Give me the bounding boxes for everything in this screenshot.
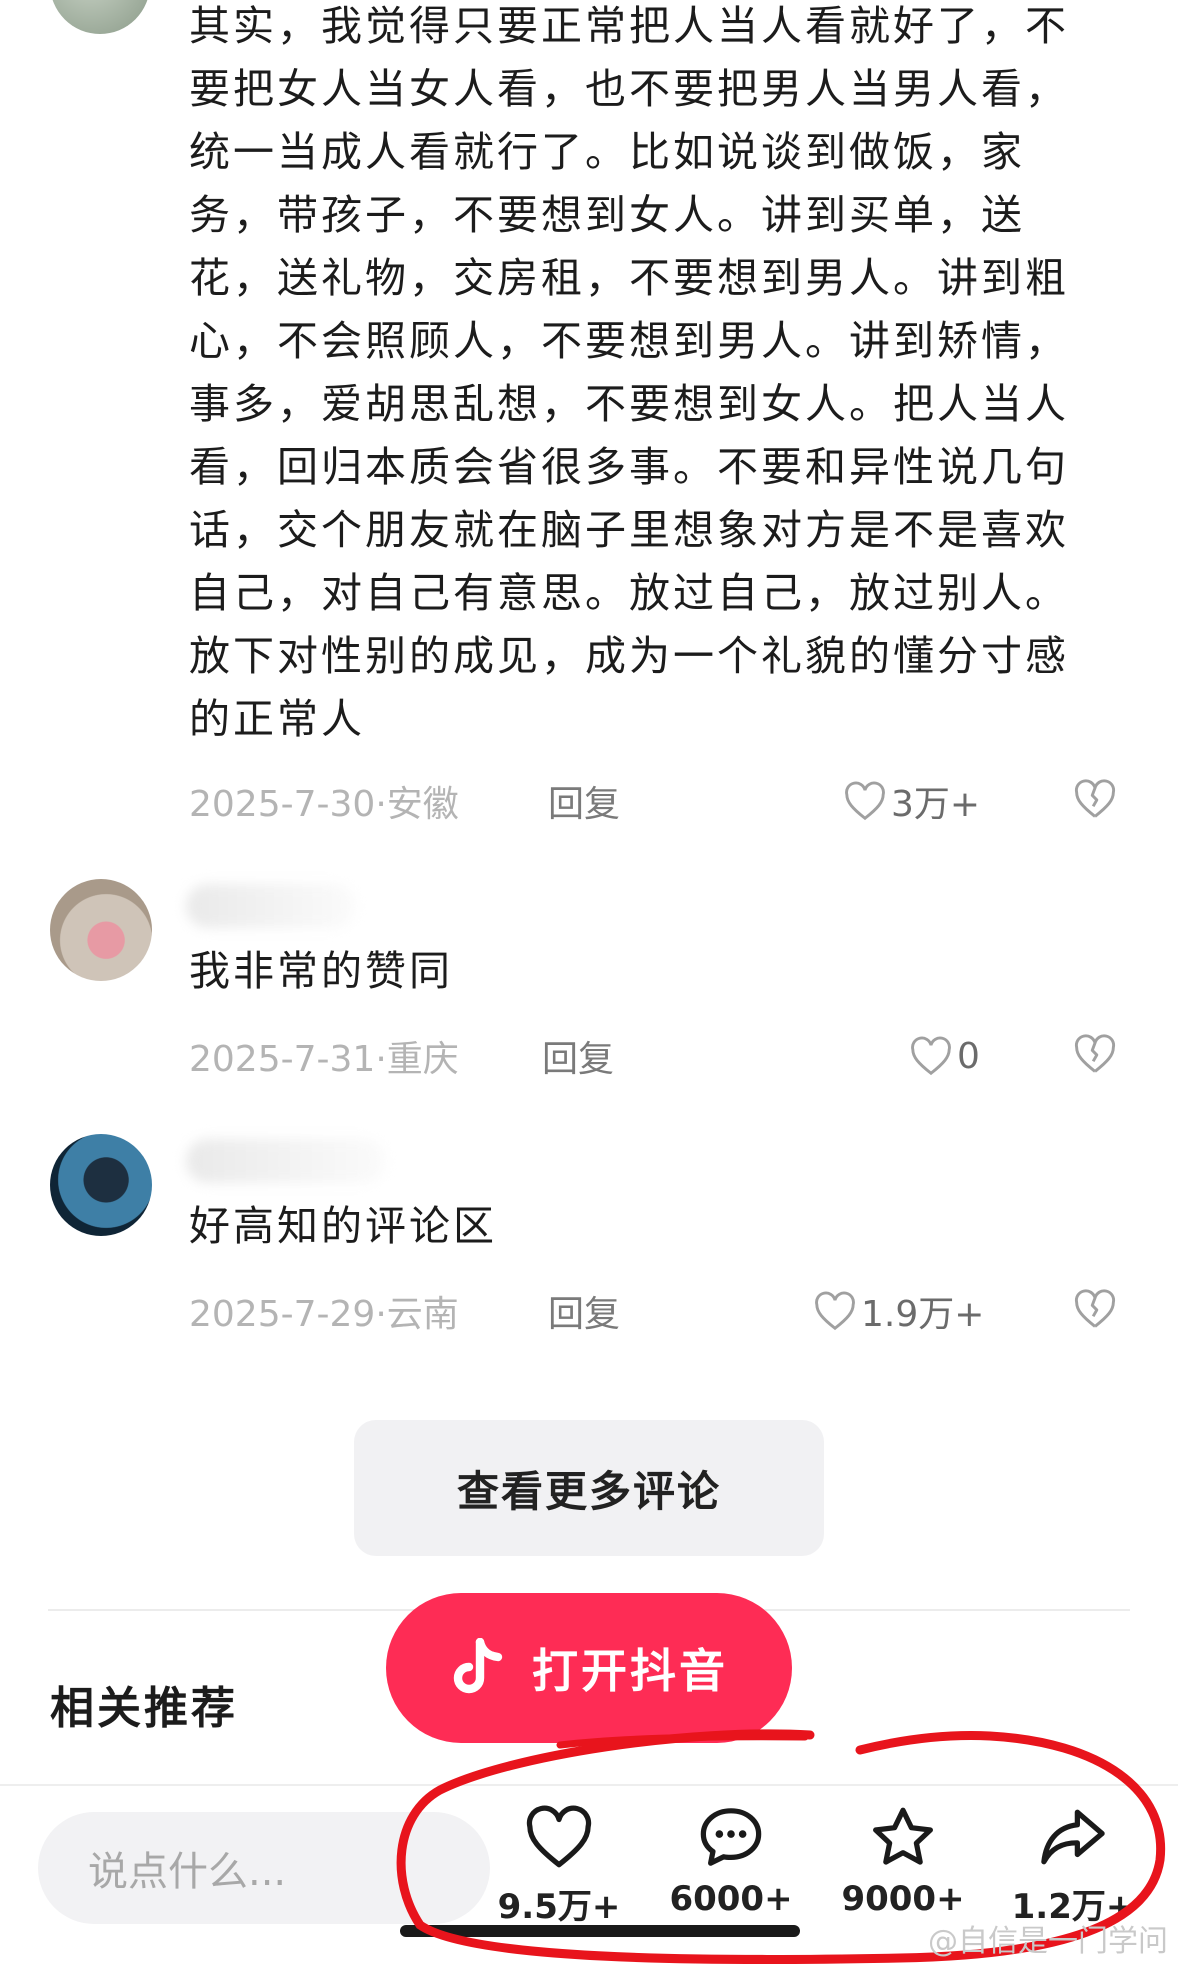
heart-icon <box>526 1805 592 1868</box>
comment-date: 2025-7-31·重庆 <box>189 1039 459 1080</box>
comment-text: 好高知的评论区 <box>189 1202 497 1250</box>
favorite-count: 9000+ <box>841 1879 965 1919</box>
comment-text-line: 统一当成人看就行了。比如说谈到做饭，家 <box>189 128 1025 176</box>
commenter-avatar[interactable] <box>50 879 152 981</box>
broken-heart-icon <box>1074 779 1116 818</box>
comment-bubble-icon <box>700 1808 762 1866</box>
comment-button[interactable]: 6000+ <box>656 1805 806 1935</box>
reply-button[interactable]: 回复 <box>548 775 620 827</box>
comment-meta: 2025-7-29·云南 回复 1.9万+ <box>0 1286 1178 1336</box>
open-douyin-label: 打开抖音 <box>532 1644 728 1698</box>
comment-text-line: 的正常人 <box>189 695 365 743</box>
bottom-bar-divider <box>0 1784 1178 1786</box>
comment-text-line: 要把女人当女人看，也不要把男人当男人看， <box>189 65 1069 113</box>
star-icon <box>873 1807 933 1865</box>
comment-text-line: 事多，爱胡思乱想，不要想到女人。把人当人 <box>189 380 1069 428</box>
share-arrow-icon <box>1041 1809 1105 1865</box>
comment-text-line: 自己，对自己有意思。放过自己，放过别人。 <box>189 569 1069 617</box>
watermark: @自信是一门学问 <box>928 1924 1168 1959</box>
heart-icon <box>815 1291 855 1331</box>
heart-icon <box>911 1036 951 1076</box>
comment-text-line: 花，送礼物，交房租，不要想到男人。讲到粗 <box>189 254 1069 302</box>
comment-like-count: 0 <box>957 1035 980 1077</box>
comment-text-line: 其实，我觉得只要正常把人当人看就好了，不 <box>189 2 1069 50</box>
commenter-avatar[interactable] <box>50 0 150 34</box>
commenter-avatar[interactable] <box>50 1134 152 1236</box>
comment-meta: 2025-7-30·安徽 回复 3万+ <box>0 776 1178 826</box>
comment-like-count: 3万+ <box>891 784 981 825</box>
heart-icon <box>845 781 885 821</box>
like-comment-button[interactable]: 0 <box>909 1036 980 1077</box>
broken-heart-icon <box>1074 1034 1116 1073</box>
open-douyin-button[interactable]: 打开抖音 <box>386 1593 792 1743</box>
dislike-button[interactable] <box>1073 778 1117 829</box>
like-comment-button[interactable]: 1.9万+ <box>813 1285 984 1337</box>
comment-date: 2025-7-30·安徽 <box>189 784 459 825</box>
like-comment-button[interactable]: 3万+ <box>843 775 980 827</box>
comment-text-line: 务，带孩子，不要想到女人。讲到买单，送 <box>189 191 1025 239</box>
comment-text-line: 放下对性别的成见，成为一个礼貌的懂分寸感 <box>189 632 1069 680</box>
comment-input-placeholder: 说点什么... <box>88 1849 287 1895</box>
broken-heart-icon <box>1074 1289 1116 1328</box>
comment-date: 2025-7-29·云南 <box>189 1294 459 1335</box>
reply-button[interactable]: 回复 <box>548 1285 620 1337</box>
view-more-comments-button[interactable]: 查看更多评论 <box>354 1420 824 1556</box>
comment-like-count: 1.9万+ <box>861 1294 985 1335</box>
like-count: 9.5万+ <box>497 1887 621 1927</box>
comment-text-line: 话，交个朋友就在脑子里想象对方是不是喜欢 <box>189 506 1069 554</box>
comment-input[interactable]: 说点什么... <box>38 1812 490 1924</box>
commenter-name-blurred <box>186 884 356 928</box>
reply-button[interactable]: 回复 <box>542 1030 614 1082</box>
related-recommendations-title: 相关推荐 <box>50 1683 238 1734</box>
comment-text-line: 心，不会照顾人，不要想到男人。讲到矫情， <box>189 317 1069 365</box>
comment-count: 6000+ <box>669 1879 793 1919</box>
comment-meta: 2025-7-31·重庆 回复 0 <box>0 1031 1178 1081</box>
douyin-logo-icon <box>453 1638 503 1694</box>
like-button[interactable]: 9.5万+ <box>484 1805 634 1935</box>
commenter-name-blurred <box>186 1139 386 1183</box>
comment-text: 我非常的赞同 <box>189 947 453 995</box>
dislike-button[interactable] <box>1073 1033 1117 1084</box>
home-indicator <box>400 1925 800 1937</box>
comment-text-line: 看，回归本质会省很多事。不要和异性说几句 <box>189 443 1069 491</box>
dislike-button[interactable] <box>1073 1288 1117 1339</box>
comment-text: 其实，我觉得只要正常把人当人看就好了，不 要把女人当女人看，也不要把男人当男人看，… <box>189 0 1119 751</box>
